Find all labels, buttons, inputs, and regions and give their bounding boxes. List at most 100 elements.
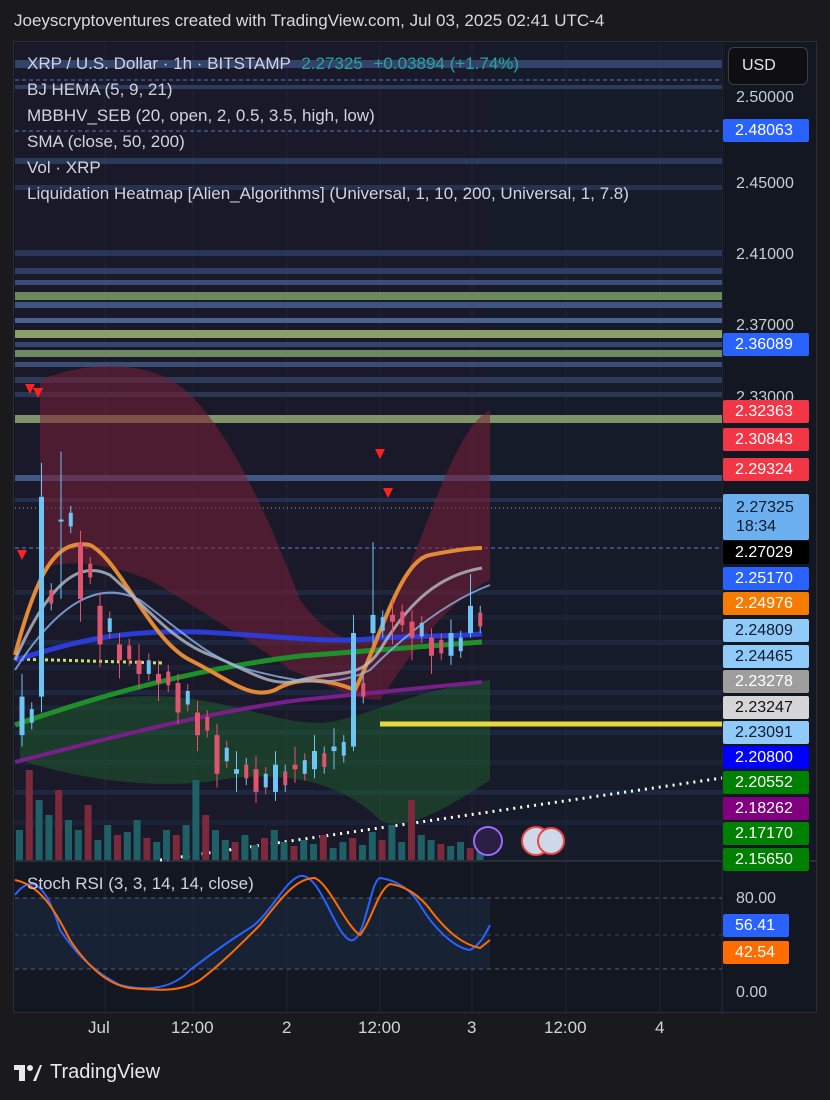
candle-body bbox=[283, 771, 288, 786]
time-axis-label: 12:00 bbox=[544, 1018, 587, 1037]
candle-body bbox=[478, 612, 483, 627]
candle-body bbox=[341, 741, 346, 756]
volume-bar bbox=[437, 844, 445, 860]
candle-body bbox=[263, 773, 268, 788]
candle-body bbox=[361, 682, 366, 697]
candle-body bbox=[156, 673, 161, 683]
liquidation-band bbox=[15, 342, 722, 347]
candle-body bbox=[419, 622, 424, 637]
indicator-legend-heatmap[interactable]: Liquidation Heatmap [Alien_Algorithms] (… bbox=[27, 184, 629, 204]
price-level-tag: 2.18262 bbox=[723, 797, 809, 820]
volume-bar bbox=[114, 835, 121, 860]
volume-bar bbox=[104, 825, 112, 860]
volume-bar bbox=[378, 840, 386, 860]
candle-body bbox=[331, 746, 337, 752]
symbol-legend[interactable]: XRP / U.S. Dollar · 1h · BITSTAMP 2.2732… bbox=[27, 54, 519, 74]
price-level-tag: 2.17170 bbox=[723, 822, 809, 845]
tradingview-logo[interactable]: TradingView bbox=[14, 1061, 160, 1084]
volume-bar bbox=[45, 815, 53, 860]
candle-body bbox=[78, 542, 83, 600]
volume-bar bbox=[123, 832, 131, 860]
price-level-tag: 2.36089 bbox=[723, 333, 809, 356]
price-level-tag: 2.24976 bbox=[723, 592, 809, 615]
volume-bar bbox=[192, 780, 200, 860]
price-level-tag: 2.23247 bbox=[723, 696, 809, 719]
volume-bar bbox=[359, 845, 366, 860]
volume-bar bbox=[388, 825, 396, 860]
stoch-rsi-legend[interactable]: Stoch RSI (3, 3, 14, 14, close) bbox=[27, 874, 254, 894]
price-level-tag: 2.27029 bbox=[723, 541, 809, 564]
indicator-legend-sma[interactable]: SMA (close, 50, 200) bbox=[27, 132, 185, 152]
volume-bar bbox=[408, 800, 415, 860]
time-axis-label: 4 bbox=[655, 1018, 665, 1037]
volume-bar bbox=[261, 838, 268, 860]
candle-body bbox=[49, 589, 54, 604]
price-level-tag: 2.24465 bbox=[723, 645, 809, 668]
tradingview-logo-icon bbox=[14, 1064, 42, 1081]
volume-bar bbox=[251, 845, 259, 860]
candle-body bbox=[88, 563, 93, 578]
stoch-axis-tick: 0.00 bbox=[736, 984, 768, 1001]
volume-bar bbox=[74, 830, 82, 860]
candle-body bbox=[68, 512, 73, 527]
stoch-d-tag: 42.54 bbox=[723, 941, 789, 964]
liquidation-band bbox=[15, 350, 722, 357]
price-level-tag: 2.20552 bbox=[723, 771, 809, 794]
price-chart[interactable] bbox=[0, 0, 830, 1100]
volume-bar bbox=[65, 820, 72, 860]
stoch-k-tag: 56.41 bbox=[723, 914, 789, 937]
liquidation-band bbox=[15, 330, 722, 338]
candle-body bbox=[409, 621, 415, 638]
price-level-tag: 2.25170 bbox=[723, 567, 809, 590]
bar-countdown: 18:34 bbox=[736, 518, 777, 535]
volume-bar bbox=[329, 848, 337, 860]
volume-bar bbox=[310, 844, 317, 860]
candle-body bbox=[351, 633, 356, 747]
candle-body bbox=[312, 751, 317, 770]
liquidation-band bbox=[15, 268, 722, 274]
candle-body bbox=[448, 633, 454, 656]
volume-bar bbox=[368, 832, 376, 860]
candle-body bbox=[136, 660, 142, 674]
volume-bar bbox=[466, 848, 474, 860]
volume-bar bbox=[133, 820, 141, 860]
liquidation-band-faint bbox=[15, 820, 722, 825]
volume-bar bbox=[241, 835, 249, 860]
price-level-tag: 2.30843 bbox=[723, 428, 809, 451]
price-level-tag: 2.23091 bbox=[723, 721, 809, 744]
volume-bar bbox=[221, 840, 229, 860]
time-axis-label: 12:00 bbox=[171, 1018, 214, 1037]
candle-body bbox=[58, 519, 64, 522]
time-axis-label: Jul bbox=[88, 1018, 110, 1037]
indicator-legend-bj-hema[interactable]: BJ HEMA (5, 9, 21) bbox=[27, 80, 173, 100]
volume-bar bbox=[270, 830, 278, 860]
liquidation-band bbox=[15, 318, 722, 323]
candle-body bbox=[234, 769, 239, 774]
liquidation-band bbox=[15, 280, 722, 285]
price-level-tag: 2.48063 bbox=[723, 119, 809, 142]
candle-body bbox=[468, 605, 473, 634]
volume-bar bbox=[202, 815, 210, 860]
candle-body bbox=[370, 614, 376, 634]
volume-bar bbox=[398, 842, 406, 860]
tradingview-brand: TradingView bbox=[50, 1061, 161, 1083]
price-axis-tick: 2.41000 bbox=[736, 246, 794, 263]
candle-body bbox=[195, 712, 200, 736]
currency-button[interactable]: USD bbox=[728, 47, 808, 85]
volume-bar bbox=[16, 830, 23, 860]
volume-bar bbox=[280, 842, 288, 860]
candle-body bbox=[175, 682, 181, 713]
volume-bar bbox=[427, 840, 435, 860]
volume-bar bbox=[447, 846, 455, 860]
volume-bar bbox=[25, 770, 33, 860]
candle-body bbox=[107, 618, 112, 632]
indicator-legend-mbbhv[interactable]: MBBHV_SEB (20, open, 2, 0.5, 3.5, high, … bbox=[27, 106, 375, 126]
candle-body bbox=[380, 617, 385, 631]
volume-bar bbox=[153, 842, 161, 860]
price-level-tag: 2.32363 bbox=[723, 400, 809, 423]
us-economic-event-icon bbox=[537, 827, 565, 855]
symbol-title: XRP / U.S. Dollar · 1h · BITSTAMP bbox=[27, 54, 291, 73]
volume-bar bbox=[143, 838, 151, 860]
price-level-tag: 2.20800 bbox=[723, 746, 809, 769]
indicator-legend-volume[interactable]: Vol · XRP bbox=[27, 158, 101, 178]
